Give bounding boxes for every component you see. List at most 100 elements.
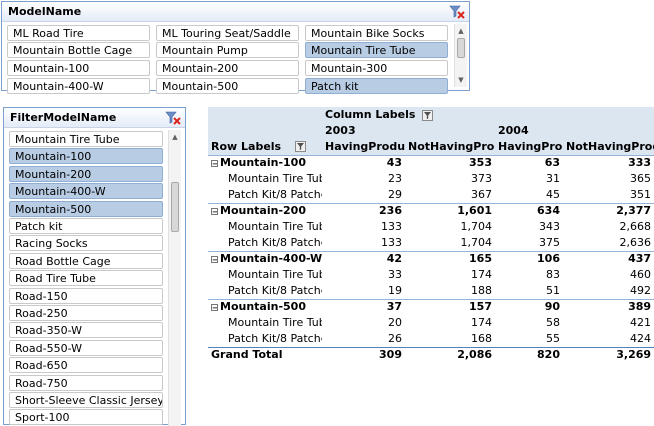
pivot-value-cell: 373 [471,172,492,185]
pivot-value-cell: 90 [495,298,563,315]
slicer-item[interactable]: Road-650 [9,357,163,374]
row-label-text: Patch Kit/8 Patches [228,235,322,249]
pivot-value-cell: 1,704 [460,220,493,233]
slicer-item[interactable]: Mountain-400-W [9,183,163,200]
clear-filter-icon[interactable] [165,111,181,125]
pivot-value-cell: 58 [546,316,560,329]
pivot-value-cell: 2,377 [563,202,654,219]
year-header-2004: 2004 [495,123,654,139]
slicer-item[interactable]: Mountain Bottle Cage [7,42,150,58]
pivot-value-cell: 83 [546,268,560,281]
scroll-thumb[interactable] [457,38,465,58]
slicer-item[interactable]: Mountain Bike Socks [305,25,448,41]
slicer-item[interactable]: Road Tire Tube [9,270,163,287]
pivot-value-cell: 1,601 [405,202,495,219]
pivot-value-cell: 26 [388,331,402,345]
slicer-item[interactable]: Mountain-500 [9,200,163,217]
slicer-item[interactable]: Mountain-200 [9,165,163,182]
scroll-up-icon[interactable]: ▲ [455,25,467,37]
clear-filter-icon[interactable] [449,5,465,19]
row-label: − Mountain-200 [208,202,322,219]
collapse-icon[interactable]: − [211,207,218,215]
slicer-item[interactable]: Road Bottle Cage [9,252,163,269]
collapse-icon[interactable]: − [211,303,218,311]
pivot-year-row: 2003 2004 [208,123,654,139]
pivot-value-cell: 165 [405,250,495,267]
slicer-header: FilterModelName [4,108,185,128]
pivot-value-cell: 37 [322,298,405,315]
slicer-item[interactable]: Road-250 [9,305,163,321]
slicer-item[interactable]: Mountain Pump [156,42,299,58]
pivot-value-cell: 43 [322,154,405,171]
slicer-item[interactable]: Mountain-100 [9,148,163,165]
slicer-item[interactable]: Racing Socks [9,235,163,252]
pivot-detail-row: Mountain Tire Tube 133 1,704 343 2,668 [208,219,654,235]
pivot-detail-row: Mountain Tire Tube 33 174 83 460 [208,267,654,283]
row-label: Patch Kit/8 Patches [208,187,322,203]
scroll-thumb[interactable] [171,182,179,232]
column-filter-icon[interactable] [422,109,434,121]
slicer-item[interactable]: Mountain-100 [7,60,150,76]
row-label: Mountain Tire Tube [208,219,322,235]
model-name-slicer: ModelName ML Road Tire ML Touring Seat/Sa… [1,1,470,94]
pivot-value-cell: 174 [471,316,492,329]
slicer-item[interactable]: Road-350-W [9,322,163,339]
slicer-item[interactable]: Short-Sleeve Classic Jersey [9,392,163,408]
slicer-item[interactable]: Sport-100 [9,409,163,426]
pivot-value-cell: 2,668 [619,220,652,233]
slicer-scrollbar[interactable]: ▲ [168,130,181,426]
slicer-item[interactable]: Road-550-W [9,339,163,356]
slicer-item[interactable]: Mountain Tire Tube [305,42,448,58]
pivot-value-cell: 19 [388,283,402,297]
scroll-down-icon[interactable]: ▼ [455,74,467,86]
collapse-icon[interactable]: − [211,255,218,263]
row-labels-header: Row Labels [208,139,322,156]
slicer-title: ModelName [8,5,82,18]
pivot-value-cell: 45 [546,187,560,201]
pivot-detail-row: Patch Kit/8 Patches 26 168 55 424 [208,331,654,347]
pivot-value-cell: 634 [495,202,563,219]
row-label: Patch Kit/8 Patches [208,283,322,299]
slicer-item[interactable]: Patch kit [9,218,163,234]
pivot-detail-row: Patch Kit/8 Patches 133 1,704 375 2,636 [208,235,654,251]
pivot-value-cell: 492 [630,283,652,297]
pivot-value-cell: 460 [630,268,652,281]
slicer-item[interactable]: Mountain Tire Tube [9,131,163,147]
row-label-text: Mountain-200 [220,204,306,218]
slicer-item[interactable]: Road-150 [9,287,163,304]
slicer-item[interactable]: ML Touring Seat/Saddle [156,25,299,41]
slicer-item[interactable]: Mountain-500 [156,78,299,94]
row-label-text: Mountain Tire Tube [228,172,322,185]
pivot-value-cell: 343 [539,220,560,233]
pivot-value-cell: 367 [471,187,492,201]
row-label: Mountain Tire Tube [208,267,322,283]
slicer-item[interactable]: ML Road Tire [7,25,150,41]
pivot-value-cell: 174 [471,268,492,281]
pivot-measure-row: Row Labels HavingProduct NotHavingProduc… [208,139,654,156]
pivot-value-cell: 31 [546,172,560,185]
row-filter-icon[interactable] [294,141,306,153]
row-label-text: Mountain-500 [220,300,306,314]
slicer-item[interactable]: Patch kit [305,78,448,94]
pivot-value-cell: 333 [563,154,654,171]
pivot-detail-row: Patch Kit/8 Patches 29 367 45 351 [208,187,654,203]
row-label: − Mountain-100 [208,154,322,171]
scroll-up-icon[interactable]: ▲ [169,131,181,143]
pivot-value-cell: 133 [381,235,402,249]
pivot-group-row: − Mountain-500 37 157 90 389 [208,298,654,315]
slicer-item[interactable]: Mountain-300 [305,60,448,76]
collapse-icon[interactable]: − [211,159,218,167]
pivot-value-cell: 33 [388,268,402,281]
pivot-value-cell: 437 [563,250,654,267]
slicer-title: FilterModelName [10,111,117,124]
pivot-header-row: Column Labels [208,107,654,123]
pivot-detail-row: Mountain Tire Tube 23 373 31 365 [208,171,654,187]
year-header-2003: 2003 [322,123,495,139]
slicer-item[interactable]: Road-750 [9,374,163,391]
row-label-text: Patch Kit/8 Patches [228,331,322,345]
row-label: Patch Kit/8 Patches [208,331,322,347]
measure-header: HavingProduct [322,139,405,156]
slicer-item[interactable]: Mountain-400-W [7,78,150,94]
slicer-scrollbar[interactable]: ▲ ▼ [454,24,467,87]
slicer-item[interactable]: Mountain-200 [156,60,299,76]
